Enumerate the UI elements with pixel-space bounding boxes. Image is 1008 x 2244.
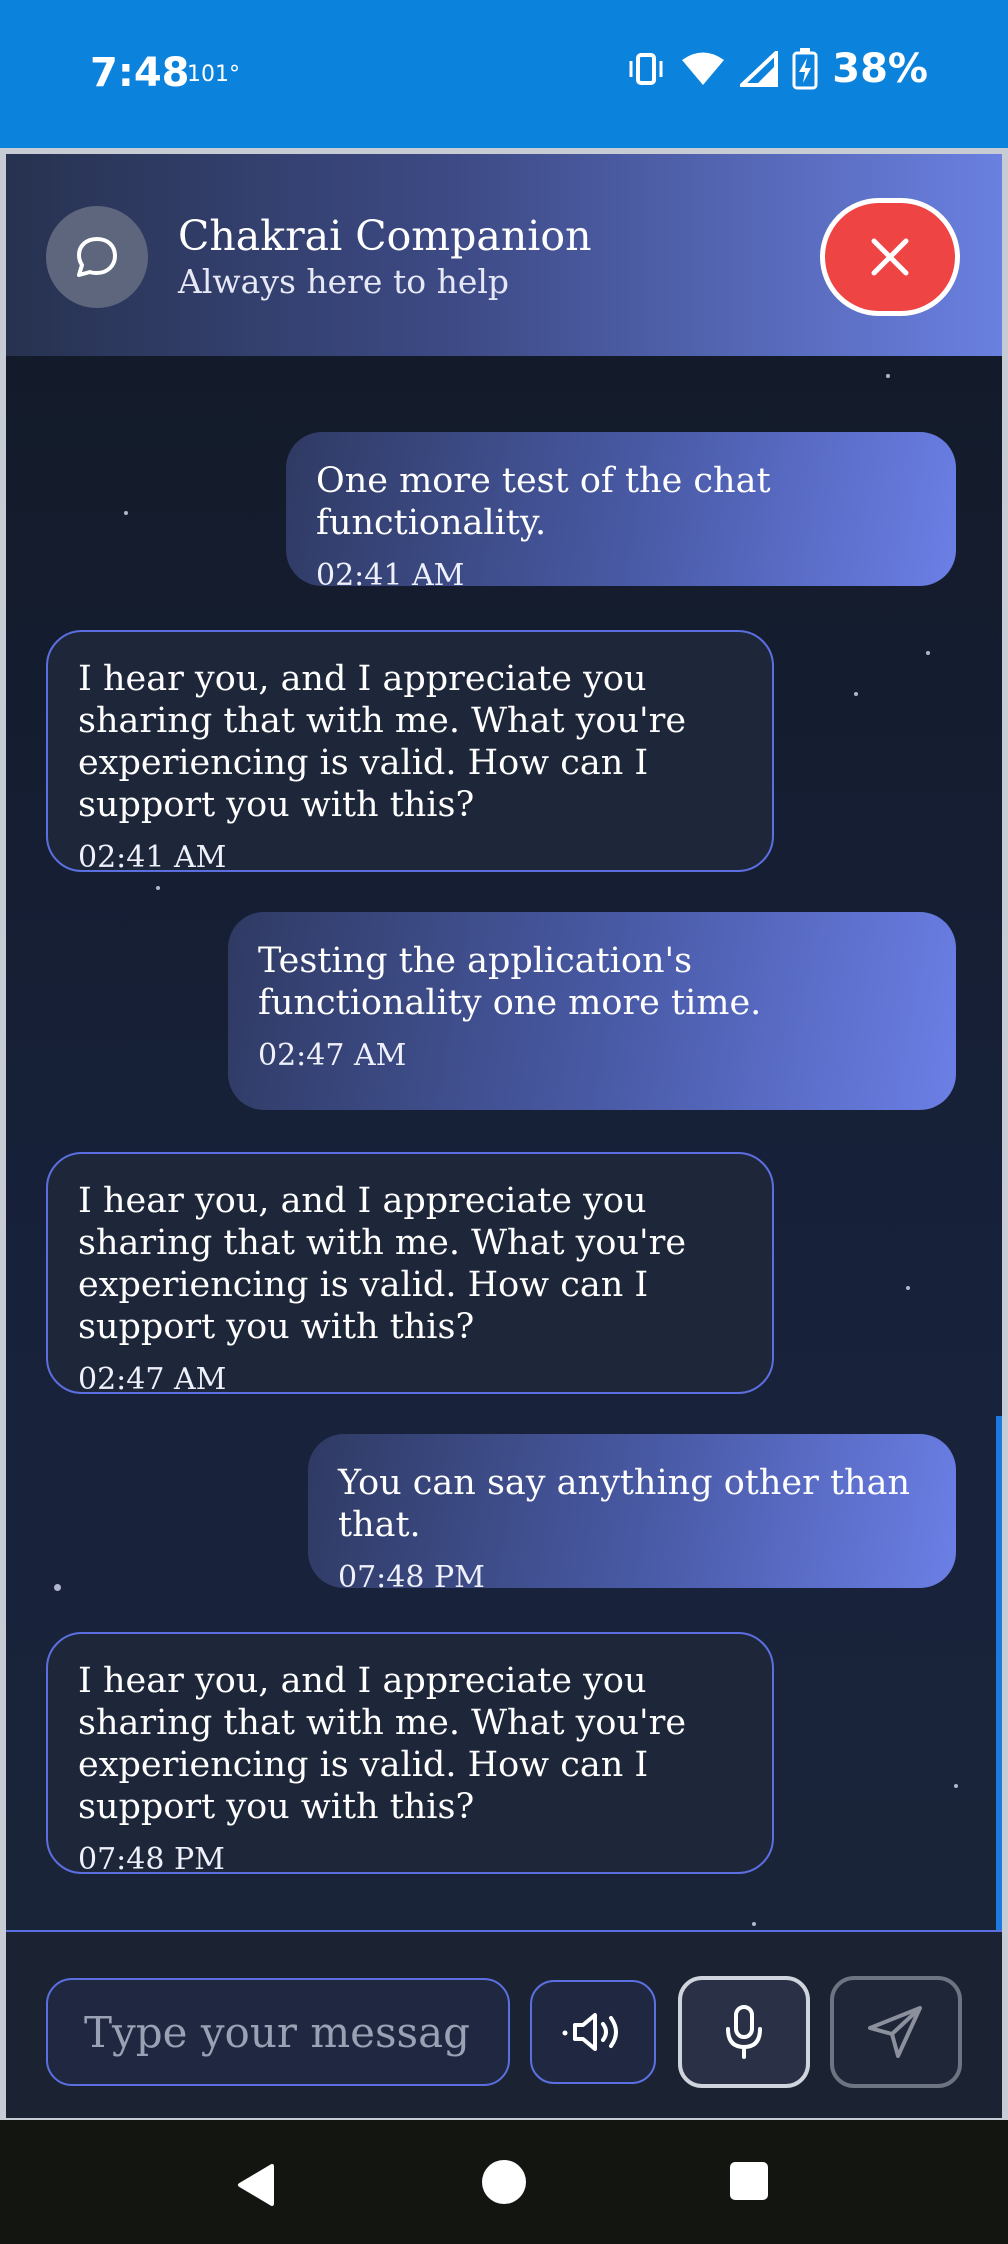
message-text: I hear you, and I appreciate you sharing… bbox=[78, 1661, 687, 1827]
recent-apps-icon[interactable] bbox=[730, 2162, 768, 2200]
message-bot: I hear you, and I appreciate you sharing… bbox=[46, 1632, 774, 1877]
back-icon[interactable] bbox=[234, 2162, 276, 2208]
system-nav-bar bbox=[0, 2120, 1008, 2244]
message-time: 02:47 AM bbox=[78, 1362, 227, 1397]
speaker-button[interactable] bbox=[530, 1980, 656, 2084]
message-text: Testing the application's functionality … bbox=[258, 941, 762, 1023]
wifi-icon bbox=[682, 52, 725, 85]
microphone-button[interactable] bbox=[678, 1976, 810, 2088]
clock: 7:48 bbox=[90, 50, 190, 96]
message-time: 02:47 AM bbox=[258, 1038, 407, 1073]
message-user: One more test of the chat functionality.… bbox=[286, 432, 956, 593]
home-icon[interactable] bbox=[482, 2160, 526, 2204]
message-user: Testing the application's functionality … bbox=[228, 912, 956, 1110]
send-icon bbox=[868, 2006, 922, 2058]
chat-window: Chakrai Companion Always here to help On… bbox=[6, 154, 1002, 2118]
message-time: 07:48 PM bbox=[338, 1560, 485, 1595]
chat-header: Chakrai Companion Always here to help bbox=[6, 154, 1002, 356]
vibrate-icon bbox=[629, 53, 663, 85]
message-bot: I hear you, and I appreciate you sharing… bbox=[46, 630, 774, 875]
send-button[interactable] bbox=[830, 1976, 962, 2088]
battery-charging-icon bbox=[792, 48, 818, 90]
microphone-icon bbox=[726, 2005, 762, 2059]
message-list[interactable]: One more test of the chat functionality.… bbox=[6, 356, 1002, 2078]
message-input[interactable] bbox=[46, 1978, 510, 2086]
message-time: 02:41 AM bbox=[316, 558, 465, 593]
message-text: I hear you, and I appreciate you sharing… bbox=[78, 1181, 687, 1347]
message-user: You can say anything other than that. 07… bbox=[308, 1434, 956, 1595]
message-text: One more test of the chat functionality. bbox=[316, 461, 771, 543]
close-icon bbox=[871, 238, 909, 276]
status-bar: 7:48 101° 38% bbox=[0, 0, 1008, 148]
temperature: 101° bbox=[187, 62, 240, 87]
signal-icon bbox=[740, 51, 779, 87]
chat-bubble-icon bbox=[77, 237, 117, 277]
message-time: 02:41 AM bbox=[78, 840, 227, 875]
page-subtitle: Always here to help bbox=[178, 262, 510, 301]
input-bar bbox=[6, 1930, 1002, 2118]
message-time: 07:48 PM bbox=[78, 1842, 225, 1877]
close-button[interactable] bbox=[820, 198, 960, 316]
app-frame: Chakrai Companion Always here to help On… bbox=[0, 148, 1008, 2120]
message-text: You can say anything other than that. bbox=[338, 1463, 910, 1545]
avatar bbox=[46, 206, 148, 308]
battery-percent: 38% bbox=[832, 46, 928, 92]
message-text: I hear you, and I appreciate you sharing… bbox=[78, 659, 687, 825]
status-icons: 38% bbox=[626, 46, 928, 92]
speaker-icon bbox=[562, 2013, 618, 2051]
page-title: Chakrai Companion bbox=[178, 212, 592, 260]
message-bot: I hear you, and I appreciate you sharing… bbox=[46, 1152, 774, 1397]
